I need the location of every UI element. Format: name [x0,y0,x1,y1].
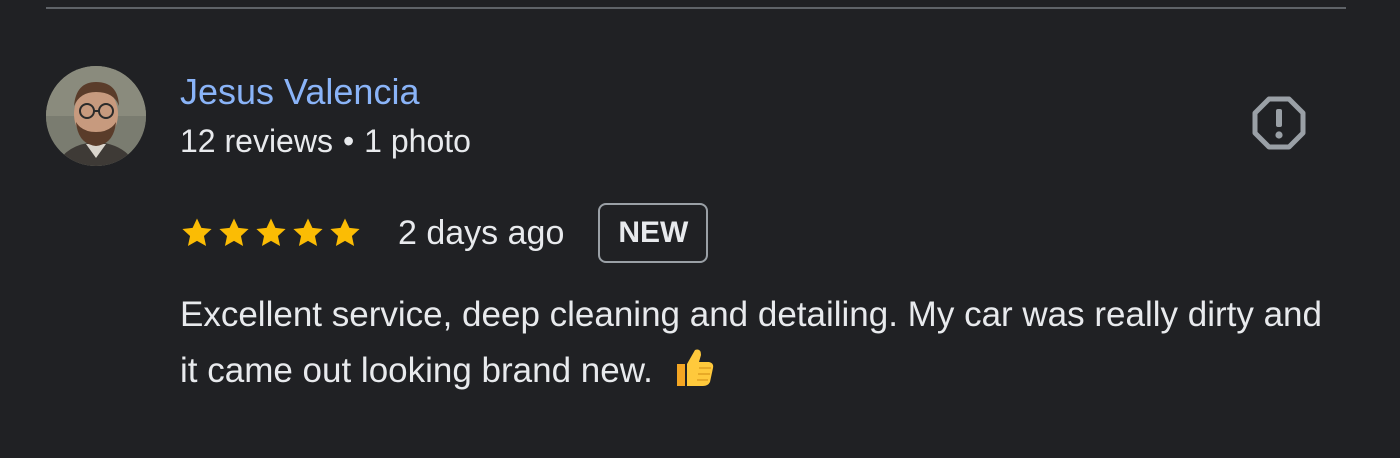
report-flag-icon [1252,96,1306,150]
review-text: Excellent service, deep cleaning and det… [180,295,1322,390]
review-date: 2 days ago [398,213,565,252]
meta-separator: • [342,123,355,159]
top-divider [46,7,1346,9]
star-rating [180,216,362,250]
reviews-count: 12 reviews [180,123,333,159]
avatar[interactable] [46,66,146,166]
star-icon [219,218,249,247]
report-review-button[interactable] [1251,95,1307,151]
reviewer-name[interactable]: Jesus Valencia [180,70,419,114]
reviewer-meta: 12 reviews • 1 photo [180,120,471,162]
star-icon [256,218,286,247]
star-icon [182,218,212,247]
rating-row: 2 days ago NEW [180,200,709,266]
review-body: Excellent service, deep cleaning and det… [180,287,1340,399]
new-badge: NEW [598,203,709,263]
star-icon [330,218,360,247]
review-card: Jesus Valencia 12 reviews • 1 photo 2 days… [0,0,1400,458]
star-icon [293,218,323,247]
thumbs-up-icon [673,346,715,388]
photos-count: 1 photo [364,123,471,159]
